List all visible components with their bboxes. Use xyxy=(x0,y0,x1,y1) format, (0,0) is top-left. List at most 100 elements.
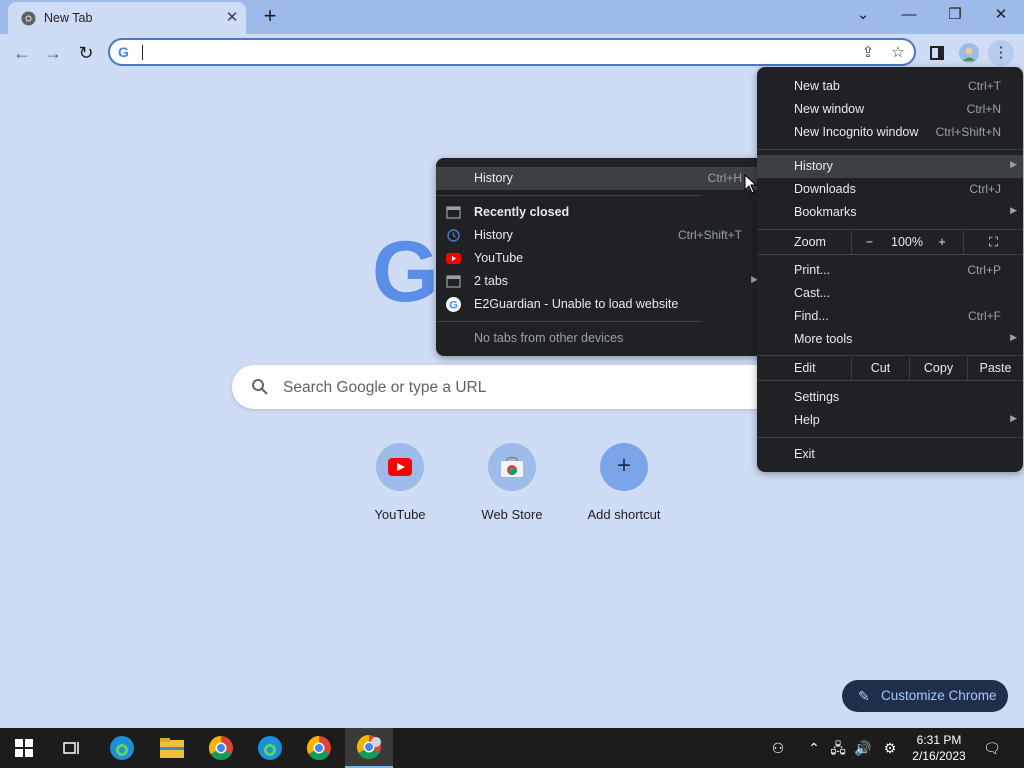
submenu-arrow-icon: ▶ xyxy=(1010,413,1017,423)
tab-new-tab[interactable]: New Tab ✕ xyxy=(8,2,246,34)
menu-item-help[interactable]: Help ▶ xyxy=(757,409,1023,432)
submenu-label: Recently closed xyxy=(474,205,570,219)
divider xyxy=(757,149,1023,150)
shortcut-label: Add shortcut xyxy=(587,507,661,522)
menu-item-downloads[interactable]: Downloads Ctrl+J xyxy=(757,178,1023,201)
menu-item-find[interactable]: Find... Ctrl+F xyxy=(757,305,1023,328)
chrome-icon[interactable] xyxy=(295,728,343,768)
menu-item-new-incognito[interactable]: New Incognito window Ctrl+Shift+N xyxy=(757,121,1023,144)
windows-start-icon[interactable] xyxy=(0,728,48,768)
tab-window-icon xyxy=(446,275,461,288)
shortcut-key: Ctrl+Shift+T xyxy=(677,228,742,242)
network-icon[interactable]: 🖧 xyxy=(828,728,848,768)
menu-label: Downloads xyxy=(794,182,856,196)
submenu-label: No tabs from other devices xyxy=(474,331,624,345)
shortcut-key: Ctrl+T xyxy=(968,79,1001,93)
submenu-item-no-tabs: No tabs from other devices xyxy=(436,327,764,350)
menu-item-more-tools[interactable]: More tools ▶ xyxy=(757,328,1023,351)
zoom-out-button[interactable]: − xyxy=(851,231,887,254)
menu-label: New window xyxy=(794,102,865,116)
kebab-menu-icon[interactable]: ⋮ xyxy=(988,40,1014,66)
tab-strip: New Tab ✕ + ⌄ — ❐ ✕ xyxy=(0,0,1024,34)
chrome-icon xyxy=(21,11,36,26)
submenu-label: 2 tabs xyxy=(474,274,509,288)
settings-gear-icon[interactable]: ⚙ xyxy=(878,728,902,768)
shortcut-key: Ctrl+H xyxy=(707,171,742,185)
customize-chrome-button[interactable]: ✎ Customize Chrome xyxy=(842,680,1008,712)
menu-label: Print... xyxy=(794,263,831,277)
menu-item-new-window[interactable]: New window Ctrl+N xyxy=(757,98,1023,121)
submenu-item-history-recent[interactable]: History Ctrl+Shift+T xyxy=(436,224,764,247)
menu-label: New Incognito window xyxy=(794,125,919,139)
zoom-in-button[interactable]: + xyxy=(927,231,957,254)
menu-label: Zoom xyxy=(794,235,826,249)
fullscreen-icon[interactable]: ⛶ xyxy=(963,231,1023,254)
submenu-label: History xyxy=(474,171,513,185)
notification-icon[interactable]: 🗨 xyxy=(978,728,1006,768)
minimize-icon[interactable]: — xyxy=(896,4,922,26)
add-icon: + xyxy=(600,443,648,491)
close-icon[interactable]: ✕ xyxy=(224,10,240,26)
divider xyxy=(757,355,1023,356)
divider xyxy=(757,380,1023,381)
shortcut-add[interactable]: + Add shortcut xyxy=(569,443,679,522)
edge-icon[interactable] xyxy=(98,728,146,768)
shortcut-label: YouTube xyxy=(374,507,426,522)
shortcut-web-store[interactable]: Web Store xyxy=(457,443,567,522)
tab-search-chevron-icon[interactable]: ⌄ xyxy=(850,4,876,26)
submenu-item-2-tabs[interactable]: 2 tabs ▶ xyxy=(436,270,764,293)
google-icon: G xyxy=(118,44,129,60)
new-tab-button[interactable]: + xyxy=(257,4,283,30)
search-box[interactable]: Search Google or type a URL xyxy=(232,365,792,409)
bookmark-star-icon[interactable]: ☆ xyxy=(888,43,908,63)
menu-label: Settings xyxy=(794,390,840,404)
back-icon[interactable]: ← xyxy=(9,40,35,66)
people-icon[interactable]: ⚇ xyxy=(766,728,790,768)
text-caret xyxy=(142,45,143,60)
cut-button[interactable]: Cut xyxy=(851,357,909,380)
paste-button[interactable]: Paste xyxy=(967,357,1023,380)
menu-label: History xyxy=(794,159,833,173)
submenu-arrow-icon: ▶ xyxy=(1010,159,1017,169)
omnibox[interactable]: G ⇪ ☆ xyxy=(108,38,916,66)
shortcut-key: Ctrl+Shift+N xyxy=(935,125,1001,139)
taskbar-clock[interactable]: 6:31 PM 2/16/2023 xyxy=(906,732,972,764)
submenu-arrow-icon: ▶ xyxy=(1010,332,1017,342)
volume-icon[interactable]: 🔊 xyxy=(852,728,874,768)
menu-item-cast[interactable]: Cast... xyxy=(757,282,1023,305)
mouse-cursor-icon xyxy=(744,174,758,194)
submenu-item-e2guardian[interactable]: G E2Guardian - Unable to load website xyxy=(436,293,764,316)
file-explorer-icon[interactable] xyxy=(148,728,196,768)
menu-label: Bookmarks xyxy=(794,205,857,219)
window-close-icon[interactable]: ✕ xyxy=(988,4,1014,26)
share-icon[interactable]: ⇪ xyxy=(858,43,878,63)
forward-icon[interactable]: → xyxy=(40,40,66,66)
copy-button[interactable]: Copy xyxy=(909,357,967,380)
side-panel-icon[interactable] xyxy=(924,40,950,66)
chrome-profile-icon[interactable] xyxy=(345,728,393,768)
reload-icon[interactable]: ↻ xyxy=(73,40,99,66)
chevron-up-icon[interactable]: ⌃ xyxy=(804,728,824,768)
menu-label: Exit xyxy=(794,447,815,461)
edge-icon[interactable] xyxy=(246,728,294,768)
chrome-icon[interactable] xyxy=(197,728,245,768)
menu-item-settings[interactable]: Settings xyxy=(757,386,1023,409)
restore-icon[interactable]: ❐ xyxy=(942,4,968,26)
menu-item-print[interactable]: Print... Ctrl+P xyxy=(757,259,1023,282)
profile-avatar[interactable] xyxy=(956,40,982,66)
task-view-icon[interactable] xyxy=(48,728,96,768)
menu-item-new-tab[interactable]: New tab Ctrl+T xyxy=(757,75,1023,98)
search-icon xyxy=(252,379,268,395)
search-placeholder: Search Google or type a URL xyxy=(283,379,487,396)
svg-text:G: G xyxy=(449,300,458,312)
google-logo: G xyxy=(372,224,439,320)
shortcut-youtube[interactable]: YouTube xyxy=(345,443,455,522)
submenu-item-youtube[interactable]: YouTube xyxy=(436,247,764,270)
customize-label: Customize Chrome xyxy=(881,688,997,703)
menu-item-exit[interactable]: Exit xyxy=(757,443,1023,466)
taskbar: ⚇ ⌃ 🖧 🔊 ⚙ 6:31 PM 2/16/2023 🗨 xyxy=(0,728,1024,768)
menu-item-history[interactable]: History ▶ xyxy=(757,155,1023,178)
menu-item-bookmarks[interactable]: Bookmarks ▶ xyxy=(757,201,1023,224)
submenu-item-history[interactable]: History Ctrl+H xyxy=(436,167,764,190)
shortcut-key: Ctrl+N xyxy=(966,102,1001,116)
